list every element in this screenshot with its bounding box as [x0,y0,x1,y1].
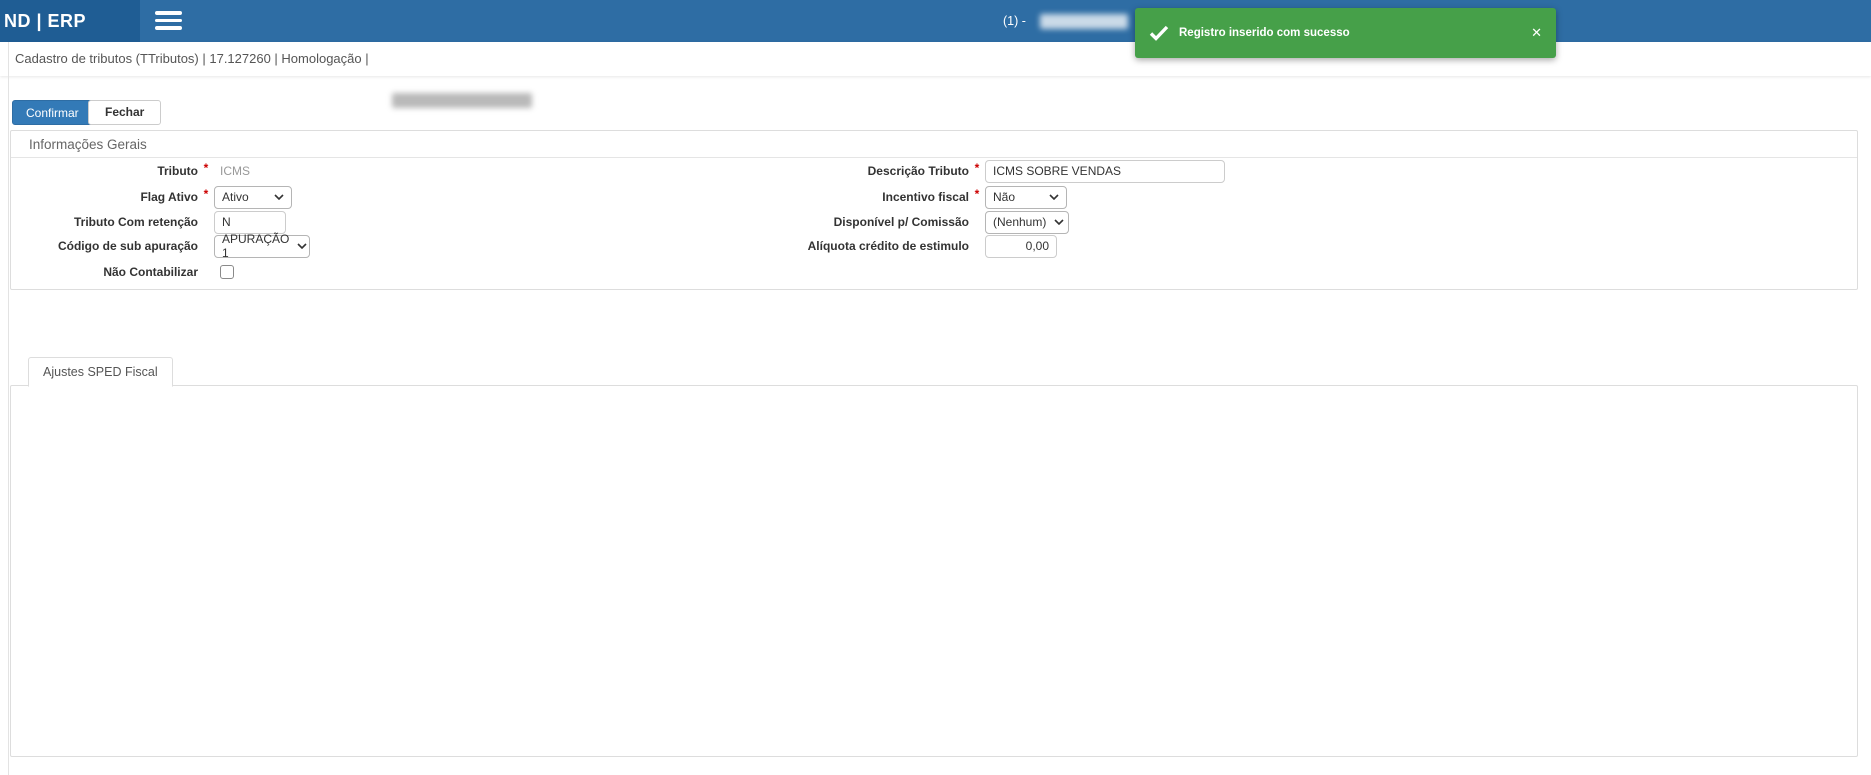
flag-ativo-selected: Ativo [222,190,249,204]
tributo-label: Tributo [23,164,198,178]
check-icon [1149,25,1169,41]
descricao-tributo-label: Descrição Tributo [651,164,969,178]
top-navigation-bar: ND | ERP (1) - [0,0,1871,42]
required-asterisk: * [198,161,214,175]
breadcrumb-bar: Cadastro de tributos (TTributos) | 17.12… [0,42,1871,76]
flag-ativo-select[interactable]: Ativo [214,186,292,209]
nao-contabilizar-label: Não Contabilizar [23,265,198,279]
incentivo-fiscal-label: Incentivo fiscal [651,190,969,204]
toast-close-icon[interactable]: ✕ [1531,25,1542,41]
tributo-value: ICMS [214,164,250,178]
close-button[interactable]: Fechar [88,100,161,125]
sub-apuracao-selected: APURAÇÃO 1 [222,232,289,260]
tab-ajustes-sped-fiscal[interactable]: Ajustes SPED Fiscal [28,357,173,387]
sub-apuracao-select[interactable]: APURAÇÃO 1 [214,235,310,258]
required-asterisk: * [969,187,985,201]
tributo-retencao-input[interactable] [214,211,286,234]
sub-apuracao-label: Código de sub apuração [23,239,198,253]
aliquota-credito-label: Alíquota crédito de estimulo [651,239,969,253]
incentivo-fiscal-select[interactable]: Não [985,186,1067,209]
tab-content-panel [10,385,1858,757]
app-logo: ND | ERP [0,0,140,42]
chevron-down-icon [274,194,284,200]
redacted-user-name [1040,14,1128,29]
required-asterisk: * [198,187,214,201]
general-info-panel: Informações Gerais Tributo * ICMS Flag A… [10,130,1858,290]
incentivo-fiscal-selected: Não [993,190,1015,204]
chevron-down-icon [1054,219,1064,225]
breadcrumb: Cadastro de tributos (TTributos) | 17.12… [15,42,369,76]
content-left-edge [8,42,9,775]
session-info: (1) - [1003,0,1026,42]
tributo-retencao-label: Tributo Com retenção [23,215,198,229]
descricao-tributo-input[interactable] [985,160,1225,183]
flag-ativo-label: Flag Ativo [23,190,198,204]
hamburger-menu-icon[interactable] [155,11,182,31]
redacted-company-name [392,93,532,108]
success-toast: Registro inserido com sucesso ✕ [1135,8,1556,58]
disponivel-comissao-label: Disponível p/ Comissão [651,215,969,229]
confirm-button[interactable]: Confirmar [12,100,93,125]
disponivel-comissao-select[interactable]: (Nenhum) [985,211,1069,234]
chevron-down-icon [297,243,307,249]
chevron-down-icon [1049,194,1059,200]
toast-message: Registro inserido com sucesso [1179,27,1531,39]
required-asterisk: * [969,161,985,175]
nao-contabilizar-checkbox[interactable] [220,265,234,279]
aliquota-credito-input[interactable] [985,235,1057,258]
disponivel-comissao-selected: (Nenhum) [993,215,1046,229]
general-info-title: Informações Gerais [11,131,1857,158]
